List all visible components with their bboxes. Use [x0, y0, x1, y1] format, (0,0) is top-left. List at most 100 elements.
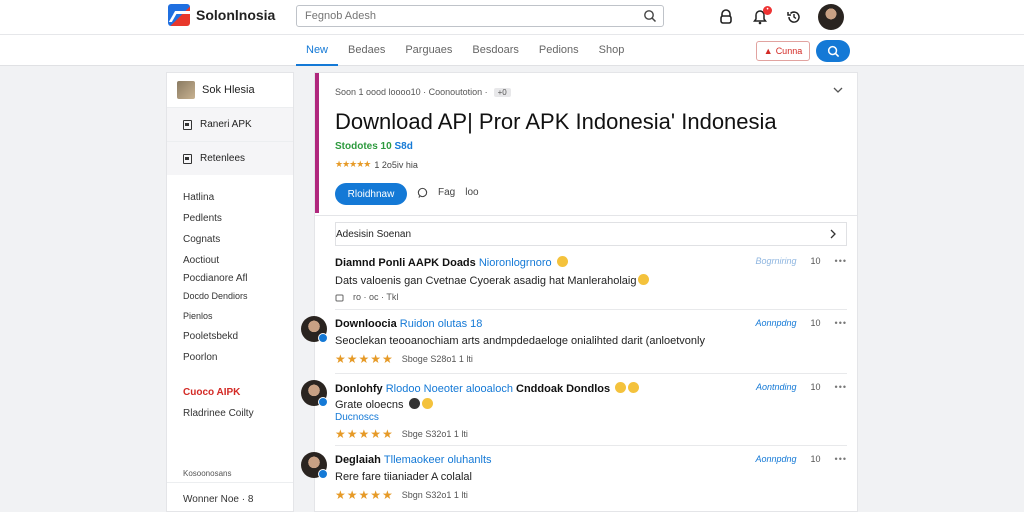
review-actions: Aonnpdng 10 •••	[755, 454, 847, 464]
download-icon	[183, 119, 192, 130]
search-box	[296, 5, 664, 27]
reviews-section: Adesisin Soenan Diamnd Ponli AAPK Doads …	[301, 216, 858, 512]
more-options-icon[interactable]: •••	[835, 382, 847, 392]
user-avatar[interactable]	[818, 4, 844, 30]
review-item[interactable]: Diamnd Ponli AAPK Doads Nioronlogrnoro D…	[335, 256, 847, 310]
review-meta-text: Sbge S32o1 1 lti	[401, 429, 468, 439]
sidebar-footer[interactable]: Wonner Noe · 8	[167, 490, 269, 509]
sidebar-item-9[interactable]: Poorlon	[167, 347, 293, 368]
review-action-label[interactable]: Bogrniring	[756, 256, 797, 266]
outline-action-button[interactable]: ▲ Cunna	[756, 41, 810, 61]
breadcrumb-text[interactable]: Soon 1 oood loooo10 · Coonoutotion ·	[335, 87, 488, 97]
more-options-icon[interactable]: •••	[835, 454, 847, 464]
history-icon[interactable]	[784, 7, 804, 27]
sidebar-list: Hatlina Pedlents Cognats Aoctiout Pocdia…	[167, 175, 293, 424]
sidebar-box-1[interactable]: Raneri APK	[167, 107, 293, 141]
reviewer-avatar[interactable]	[301, 380, 328, 407]
app-rating: ★★★★★ 1 2o5iv hia	[335, 159, 418, 170]
review-action-label[interactable]: Aonnpdng	[755, 318, 796, 328]
review-title-highlight: Nioronlogrnoro	[478, 257, 552, 269]
tab-2[interactable]: Bedaes	[338, 35, 395, 66]
chevron-down-icon[interactable]	[833, 85, 843, 95]
smile-emoji-icon	[615, 382, 627, 393]
tab-new[interactable]: New	[296, 35, 339, 66]
lock-icon[interactable]	[716, 7, 736, 27]
app-title: Download AP| Pror APK Indonesia' Indones…	[335, 109, 777, 134]
rating-stars-icon: ★★★★★	[335, 427, 394, 441]
review-action-label[interactable]: Aonnpdng	[755, 454, 796, 464]
app-subtitle-blue: S8d	[394, 141, 413, 152]
breadcrumb: Soon 1 oood loooo10 · Coonoutotion · +0	[335, 87, 511, 97]
review-count: 10	[810, 318, 821, 328]
top-icons: •	[716, 4, 844, 30]
sidebar-user-image	[177, 81, 195, 99]
chevron-right-icon	[830, 229, 836, 239]
sidebar-item-6[interactable]: Docdo Dendiors	[167, 286, 293, 306]
rating-stars-icon: ★★★★★	[335, 352, 394, 366]
nav-tabs: New Bedaes Parguaes Besdoars Pedions Sho…	[296, 35, 634, 66]
like-sub: loo	[465, 187, 479, 198]
review-count: 10	[810, 382, 821, 392]
sidebar-user[interactable]: Sok Hlesia	[167, 73, 293, 107]
review-count: 10	[810, 454, 821, 464]
review-body-text: Dats valoenis gan Cvetnae Cyoerak asadig…	[335, 275, 637, 287]
fire-icon: ▲	[763, 46, 773, 56]
review-meta-text: ro · oc · Tkl	[353, 292, 399, 302]
logo[interactable]: Solonlnosia	[168, 4, 275, 26]
review-title-text: Downloocia	[335, 318, 397, 330]
review-title-text: Deglaiah	[335, 454, 381, 466]
sidebar-item-10[interactable]: Rladrinee Coilty	[167, 403, 293, 424]
nav-search-icon	[827, 45, 839, 57]
search-input[interactable]	[297, 6, 617, 26]
sidebar-item-2[interactable]: Pedlents	[167, 208, 293, 229]
sidebar-item-7[interactable]: Pienlos	[167, 306, 293, 326]
download-button[interactable]: Rloidhnaw	[335, 183, 407, 205]
thumb-icon[interactable]	[335, 292, 345, 302]
review-body-highlight: Ducnoscs	[335, 412, 379, 423]
review-title-highlight: Ruidon olutas 18	[399, 318, 483, 330]
sidebar-item-highlight[interactable]: Cuoco AIPK	[167, 382, 293, 403]
notification-bell-icon[interactable]: •	[750, 6, 772, 27]
sidebar-item-3[interactable]: Cognats	[167, 229, 293, 250]
review-item[interactable]: Donlohfy Rlodoo Noeoter alooaloch Cnddoa…	[301, 380, 847, 446]
tab-4[interactable]: Besdoars	[462, 35, 528, 66]
review-meta: ★★★★★ Sboge S28o1 1 lti	[335, 352, 847, 366]
review-title-text: Donlohfy	[335, 383, 383, 395]
like-action[interactable]: Fag loo	[417, 187, 479, 198]
review-title-text: Diamnd Ponli AAPK Doads	[335, 257, 476, 269]
review-title-tail: Cnddoak Dondlos	[516, 383, 611, 395]
outline-action-label: Cunna	[775, 46, 803, 56]
sidebar-item-8[interactable]: Pooletsbekd	[167, 326, 293, 347]
reviews-header[interactable]: Adesisin Soenan	[335, 222, 847, 246]
review-body: Grate oloecns	[335, 398, 847, 411]
sidebar-box-2[interactable]: Retenlees	[167, 141, 293, 175]
sidebar-item-5[interactable]: Pocdianore Afl	[167, 268, 293, 286]
more-options-icon[interactable]: •••	[835, 256, 847, 266]
review-body: Rere fare tiianiader A colalal	[335, 471, 472, 483]
more-options-icon[interactable]: •••	[835, 318, 847, 328]
search-icon[interactable]	[643, 9, 657, 23]
review-actions: Aonnpdng 10 •••	[755, 318, 847, 328]
review-actions: Aontnding 10 •••	[756, 382, 847, 392]
accent-bar	[315, 73, 319, 213]
review-item[interactable]: Deglaiah Tllemaokeer oluhanlts Rere fare…	[301, 452, 847, 510]
app-subtitle: Stodotes 10 S8d	[335, 141, 413, 152]
tab-shop[interactable]: Shop	[589, 35, 635, 66]
like-label: Fag	[438, 187, 456, 198]
chat-icon	[417, 187, 428, 198]
review-meta-text: Sbgn S32o1 1 lti	[401, 490, 468, 500]
sidebar-item-4[interactable]: Aoctiout	[167, 250, 293, 268]
tab-5[interactable]: Pedions	[529, 35, 589, 66]
reviewer-avatar[interactable]	[301, 316, 328, 343]
app-header-card: Soon 1 oood loooo10 · Coonoutotion · +0 …	[314, 72, 858, 216]
reviewer-avatar[interactable]	[301, 452, 328, 479]
nav-search-button[interactable]	[816, 40, 850, 62]
review-meta: ★★★★★ Sbge S32o1 1 lti	[335, 427, 847, 441]
app-subtitle-green: Stodotes 10	[335, 141, 392, 152]
sidebar-item-1[interactable]: Hatlina	[167, 187, 293, 208]
review-actions: Bogrniring 10 •••	[756, 256, 848, 266]
review-action-label[interactable]: Aontnding	[756, 382, 797, 392]
tab-3[interactable]: Parguaes	[395, 35, 462, 66]
reviews-header-label: Adesisin Soenan	[336, 228, 412, 240]
review-item[interactable]: Downloocia Ruidon olutas 18 Seoclekan te…	[301, 316, 847, 374]
